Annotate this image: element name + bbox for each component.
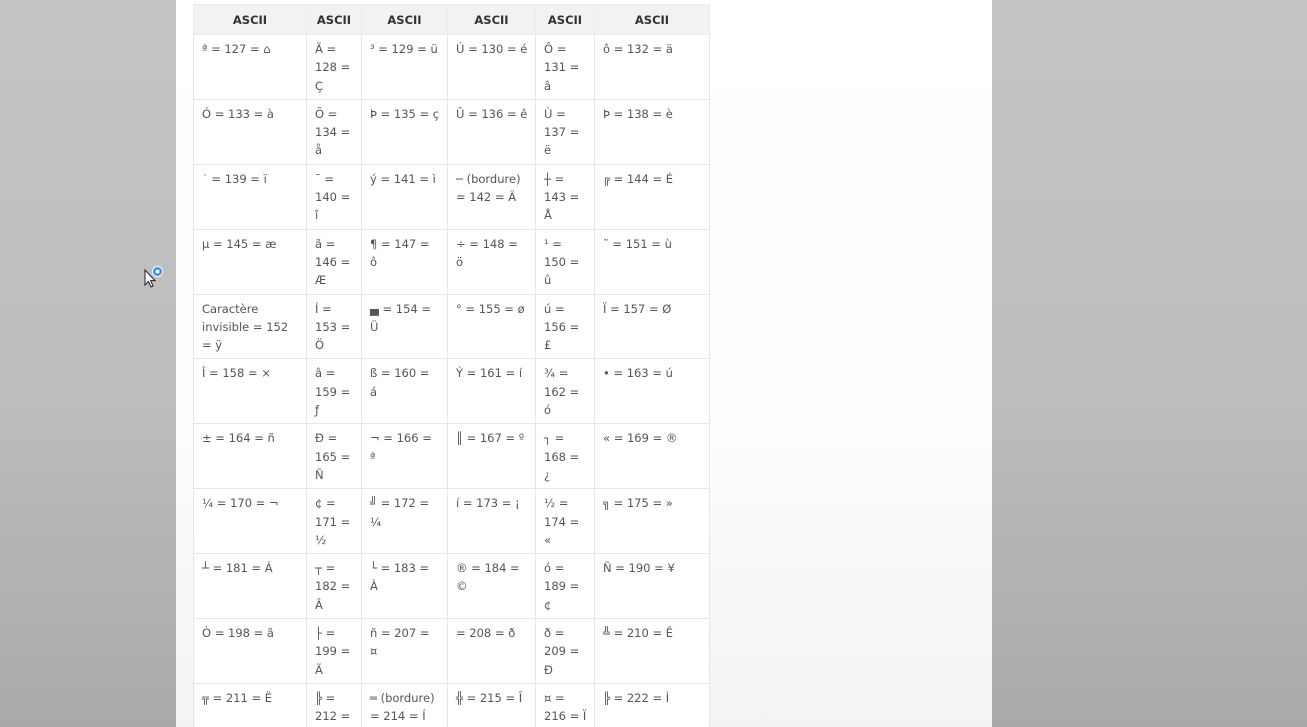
document-page: ASCII ASCII ASCII ASCII ASCII ASCII ª = … (176, 0, 992, 727)
table-cell: ╦ = 211 = Ë (193, 682, 307, 727)
table-cell: ° = 155 = ø (447, 293, 536, 360)
table-cell: Ô = 131 = â (535, 34, 595, 100)
table-cell: ® = 184 = © (447, 553, 536, 620)
table-cell: ý = 141 = ì (361, 163, 448, 230)
table-cell: ╝ = 172 = ¼ (361, 488, 448, 555)
table-cell: ╗ = 175 = » (594, 488, 710, 555)
table-cell: ┐ = 168 = ¿ (535, 423, 595, 490)
column-header: ASCII (361, 4, 448, 35)
table-cell: Ã = 128 = Ç (306, 34, 362, 100)
table-row: ± = 164 = ñ Ð = 165 = Ñ ¬ = 166 = ª ║ = … (193, 423, 710, 490)
table-cell: ð = 209 = Ð (535, 618, 595, 684)
table-cell: ┴ = 181 = Á (193, 553, 307, 620)
table-cell: ¤ = 216 = Ï (535, 682, 595, 727)
table-cell: ÷ = 148 = ö (447, 228, 536, 295)
table-cell: ó = 189 = ¢ (535, 553, 595, 620)
table-cell: Ñ = 190 = ¥ (594, 553, 710, 620)
table-cell: Ï = 157 = Ø (594, 293, 710, 360)
table-cell: ═ (bordure) = 214 = Í (361, 682, 448, 727)
column-header: ASCII (535, 4, 595, 35)
table-cell: ─ (bordure) = 142 = Ä (447, 163, 536, 230)
table-cell: ╩ = 210 = Ê (594, 618, 710, 684)
table-cell: Õ = 134 = å (306, 98, 362, 165)
table-cell: Ò = 198 = ã (193, 618, 307, 684)
table-cell: ╠ = 212 = È (306, 682, 362, 727)
table-cell: ▄ = 154 = Ü (361, 293, 448, 360)
table-row: µ = 145 = æ ã = 146 = Æ ¶ = 147 = ô ÷ = … (193, 228, 710, 295)
table-row: ˙ = 139 = ï ¯ = 140 = î ý = 141 = ì ─ (b… (193, 163, 710, 230)
table-cell: • = 163 = ú (594, 358, 710, 425)
table-cell: ¶ = 147 = ô (361, 228, 448, 295)
table-cell: ├ = 199 = Ã (306, 618, 362, 684)
column-header: ASCII (306, 4, 362, 35)
table-cell: ã = 146 = Æ (306, 228, 362, 295)
column-header: ASCII (447, 4, 536, 35)
table-cell: ß = 160 = á (361, 358, 448, 425)
table-row: ┴ = 181 = Á ┬ = 182 = Â └ = 183 = À ® = … (193, 553, 710, 620)
table-cell: ╔ = 144 = É (594, 163, 710, 230)
table-cell: Þ = 135 = ç (361, 98, 448, 165)
table-cell: ˙ = 139 = ï (193, 163, 307, 230)
table-cell: Ý = 161 = í (447, 358, 536, 425)
table-cell: ¯ = 140 = î (306, 163, 362, 230)
table-cell: ╠ = 222 = Ì (594, 682, 710, 727)
table-cell: Í = 153 = Ö (306, 293, 362, 360)
table-cell: ½ = 174 = « (535, 488, 595, 555)
table-header-row: ASCII ASCII ASCII ASCII ASCII ASCII (193, 4, 710, 35)
table-cell: Î = 158 = × (193, 358, 307, 425)
table-cell: Þ = 138 = è (594, 98, 710, 165)
table-cell: = 208 = ð (447, 618, 536, 684)
column-header: ASCII (193, 4, 307, 35)
table-row: ª = 127 = ⌂ Ã = 128 = Ç ³ = 129 = ü Ú = … (193, 34, 710, 100)
table-row: Caractère invisible = 152 = ÿ Í = 153 = … (193, 293, 710, 360)
table-cell: ª = 127 = ⌂ (193, 34, 307, 100)
table-cell: Ú = 130 = é (447, 34, 536, 100)
table-cell: Ó = 133 = à (193, 98, 307, 165)
table-cell: ô = 132 = ä (594, 34, 710, 100)
table-cell: ˜ = 151 = ù (594, 228, 710, 295)
table-cell: ╬ = 215 = Î (447, 682, 536, 727)
table-cell: ¾ = 162 = ó (535, 358, 595, 425)
table-cell: Ù = 137 = ë (535, 98, 595, 165)
table-cell: └ = 183 = À (361, 553, 448, 620)
table-cell: ┬ = 182 = Â (306, 553, 362, 620)
table-cell: ú = 156 = £ (535, 293, 595, 360)
table-row: Ó = 133 = à Õ = 134 = å Þ = 135 = ç Û = … (193, 98, 710, 165)
table-cell: µ = 145 = æ (193, 228, 307, 295)
table-cell: « = 169 = ® (594, 423, 710, 490)
table-cell: Ð = 165 = Ñ (306, 423, 362, 490)
table-cell: ¢ = 171 = ½ (306, 488, 362, 555)
table-cell: ¼ = 170 = ¬ (193, 488, 307, 555)
ascii-table: ASCII ASCII ASCII ASCII ASCII ASCII ª = … (193, 4, 710, 727)
table-cell: ³ = 129 = ü (361, 34, 448, 100)
table-cell: ¬ = 166 = ª (361, 423, 448, 490)
table-row: ¼ = 170 = ¬ ¢ = 171 = ½ ╝ = 172 = ¼ í = … (193, 488, 710, 555)
table-cell: ± = 164 = ñ (193, 423, 307, 490)
table-cell: ñ = 207 = ¤ (361, 618, 448, 684)
table-cell: ¹ = 150 = û (535, 228, 595, 295)
table-cell: Û = 136 = ê (447, 98, 536, 165)
table-cell: ║ = 167 = º (447, 423, 536, 490)
table-cell: ┼ = 143 = Å (535, 163, 595, 230)
table-cell: í = 173 = ¡ (447, 488, 536, 555)
column-header: ASCII (594, 4, 710, 35)
mouse-pointer-icon (144, 266, 163, 288)
table-row: Î = 158 = × â = 159 = ƒ ß = 160 = á Ý = … (193, 358, 710, 425)
table-row: ╦ = 211 = Ë ╠ = 212 = È ═ (bordure) = 21… (193, 682, 710, 727)
table-cell: â = 159 = ƒ (306, 358, 362, 425)
table-row: Ò = 198 = ã ├ = 199 = Ã ñ = 207 = ¤ = 20… (193, 618, 710, 684)
table-cell: Caractère invisible = 152 = ÿ (193, 293, 307, 360)
